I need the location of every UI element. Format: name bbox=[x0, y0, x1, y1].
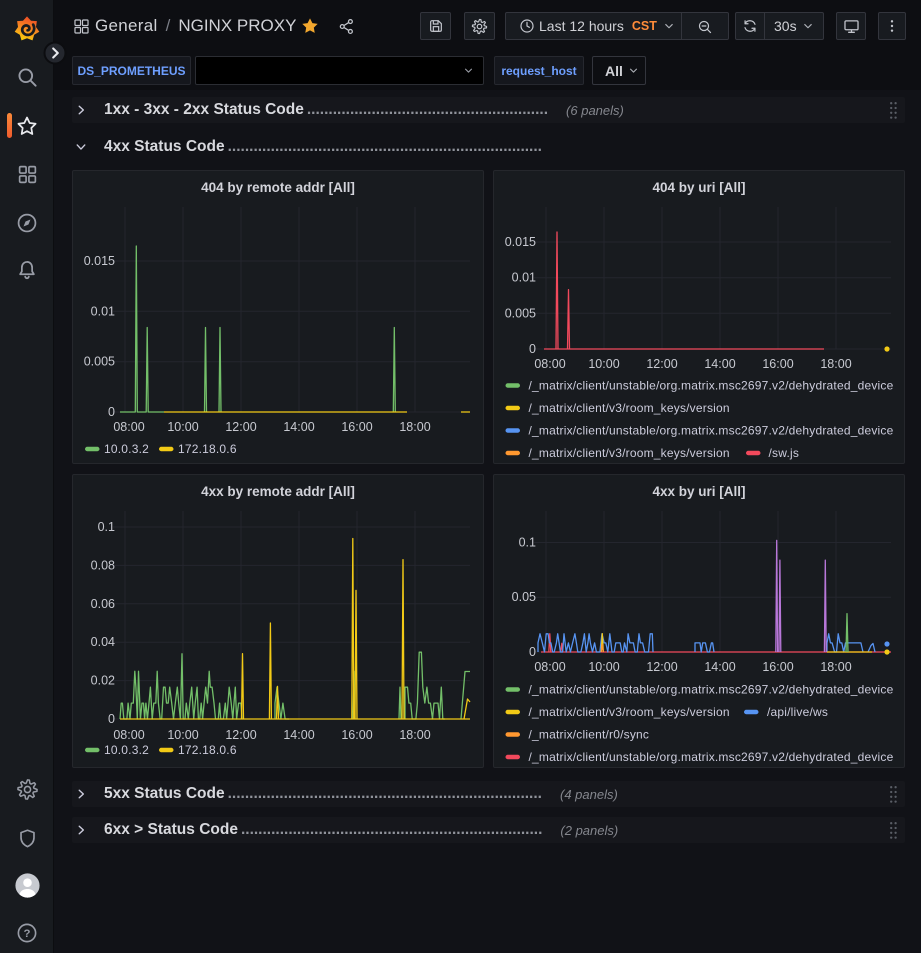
svg-text:12:00: 12:00 bbox=[646, 357, 677, 371]
svg-text:10.0.3.2: 10.0.3.2 bbox=[104, 743, 149, 757]
svg-text:10.0.3.2: 10.0.3.2 bbox=[104, 442, 149, 456]
svg-text:0.005: 0.005 bbox=[84, 355, 115, 369]
svg-text:0.01: 0.01 bbox=[512, 271, 536, 285]
svg-text:14:00: 14:00 bbox=[283, 728, 314, 742]
svg-text:0: 0 bbox=[108, 712, 115, 726]
svg-text:10:00: 10:00 bbox=[167, 420, 198, 434]
svg-text:0.02: 0.02 bbox=[91, 674, 115, 688]
svg-text:08:00: 08:00 bbox=[534, 357, 565, 371]
svg-text:0.05: 0.05 bbox=[512, 590, 536, 604]
svg-text:08:00: 08:00 bbox=[534, 660, 565, 674]
svg-text:0: 0 bbox=[529, 342, 536, 356]
svg-text:0.08: 0.08 bbox=[91, 558, 115, 572]
svg-text:0.015: 0.015 bbox=[505, 235, 536, 249]
svg-text:18:00: 18:00 bbox=[820, 357, 851, 371]
svg-text:18:00: 18:00 bbox=[820, 660, 851, 674]
svg-text:16:00: 16:00 bbox=[341, 420, 372, 434]
svg-text:12:00: 12:00 bbox=[225, 420, 256, 434]
svg-text:/_matrix/client/unstable/org.m: /_matrix/client/unstable/org.matrix.msc2… bbox=[529, 683, 894, 697]
svg-text:0.01: 0.01 bbox=[91, 304, 115, 318]
svg-text:08:00: 08:00 bbox=[113, 728, 144, 742]
svg-text:12:00: 12:00 bbox=[225, 728, 256, 742]
svg-text:/api/live/ws: /api/live/ws bbox=[767, 705, 828, 719]
svg-text:/_matrix/client/r0/sync: /_matrix/client/r0/sync bbox=[529, 728, 650, 742]
svg-text:/_matrix/client/unstable/org.m: /_matrix/client/unstable/org.matrix.msc2… bbox=[529, 424, 894, 438]
svg-text:08:00: 08:00 bbox=[113, 420, 144, 434]
svg-text:0: 0 bbox=[529, 645, 536, 659]
svg-text:0.005: 0.005 bbox=[505, 306, 536, 320]
svg-text:172.18.0.6: 172.18.0.6 bbox=[178, 442, 237, 456]
svg-text:/_matrix/client/v3/room_keys/v: /_matrix/client/v3/room_keys/version bbox=[529, 705, 730, 719]
svg-text:/sw.js: /sw.js bbox=[769, 446, 800, 460]
svg-text:10:00: 10:00 bbox=[167, 728, 198, 742]
svg-text:?: ? bbox=[24, 928, 31, 940]
svg-text:14:00: 14:00 bbox=[704, 660, 735, 674]
svg-text:0: 0 bbox=[108, 405, 115, 419]
svg-text:/_matrix/client/unstable/org.m: /_matrix/client/unstable/org.matrix.msc2… bbox=[529, 379, 894, 393]
svg-text:14:00: 14:00 bbox=[704, 357, 735, 371]
svg-text:18:00: 18:00 bbox=[399, 420, 430, 434]
svg-text:10:00: 10:00 bbox=[588, 660, 619, 674]
svg-text:12:00: 12:00 bbox=[646, 660, 677, 674]
svg-text:/_matrix/client/unstable/org.m: /_matrix/client/unstable/org.matrix.msc2… bbox=[529, 750, 894, 764]
svg-text:16:00: 16:00 bbox=[341, 728, 372, 742]
svg-text:10:00: 10:00 bbox=[588, 357, 619, 371]
svg-text:18:00: 18:00 bbox=[399, 728, 430, 742]
svg-text:14:00: 14:00 bbox=[283, 420, 314, 434]
svg-text:0.015: 0.015 bbox=[84, 254, 115, 268]
svg-text:16:00: 16:00 bbox=[762, 357, 793, 371]
svg-text:/_matrix/client/v3/room_keys/v: /_matrix/client/v3/room_keys/version bbox=[529, 401, 730, 415]
svg-text:0.1: 0.1 bbox=[98, 520, 115, 534]
svg-text:/_matrix/client/v3/room_keys/v: /_matrix/client/v3/room_keys/version bbox=[529, 446, 730, 460]
svg-text:0.06: 0.06 bbox=[91, 597, 115, 611]
svg-text:0.04: 0.04 bbox=[91, 635, 115, 649]
svg-text:16:00: 16:00 bbox=[762, 660, 793, 674]
svg-text:172.18.0.6: 172.18.0.6 bbox=[178, 743, 237, 757]
svg-text:0.1: 0.1 bbox=[519, 536, 536, 550]
